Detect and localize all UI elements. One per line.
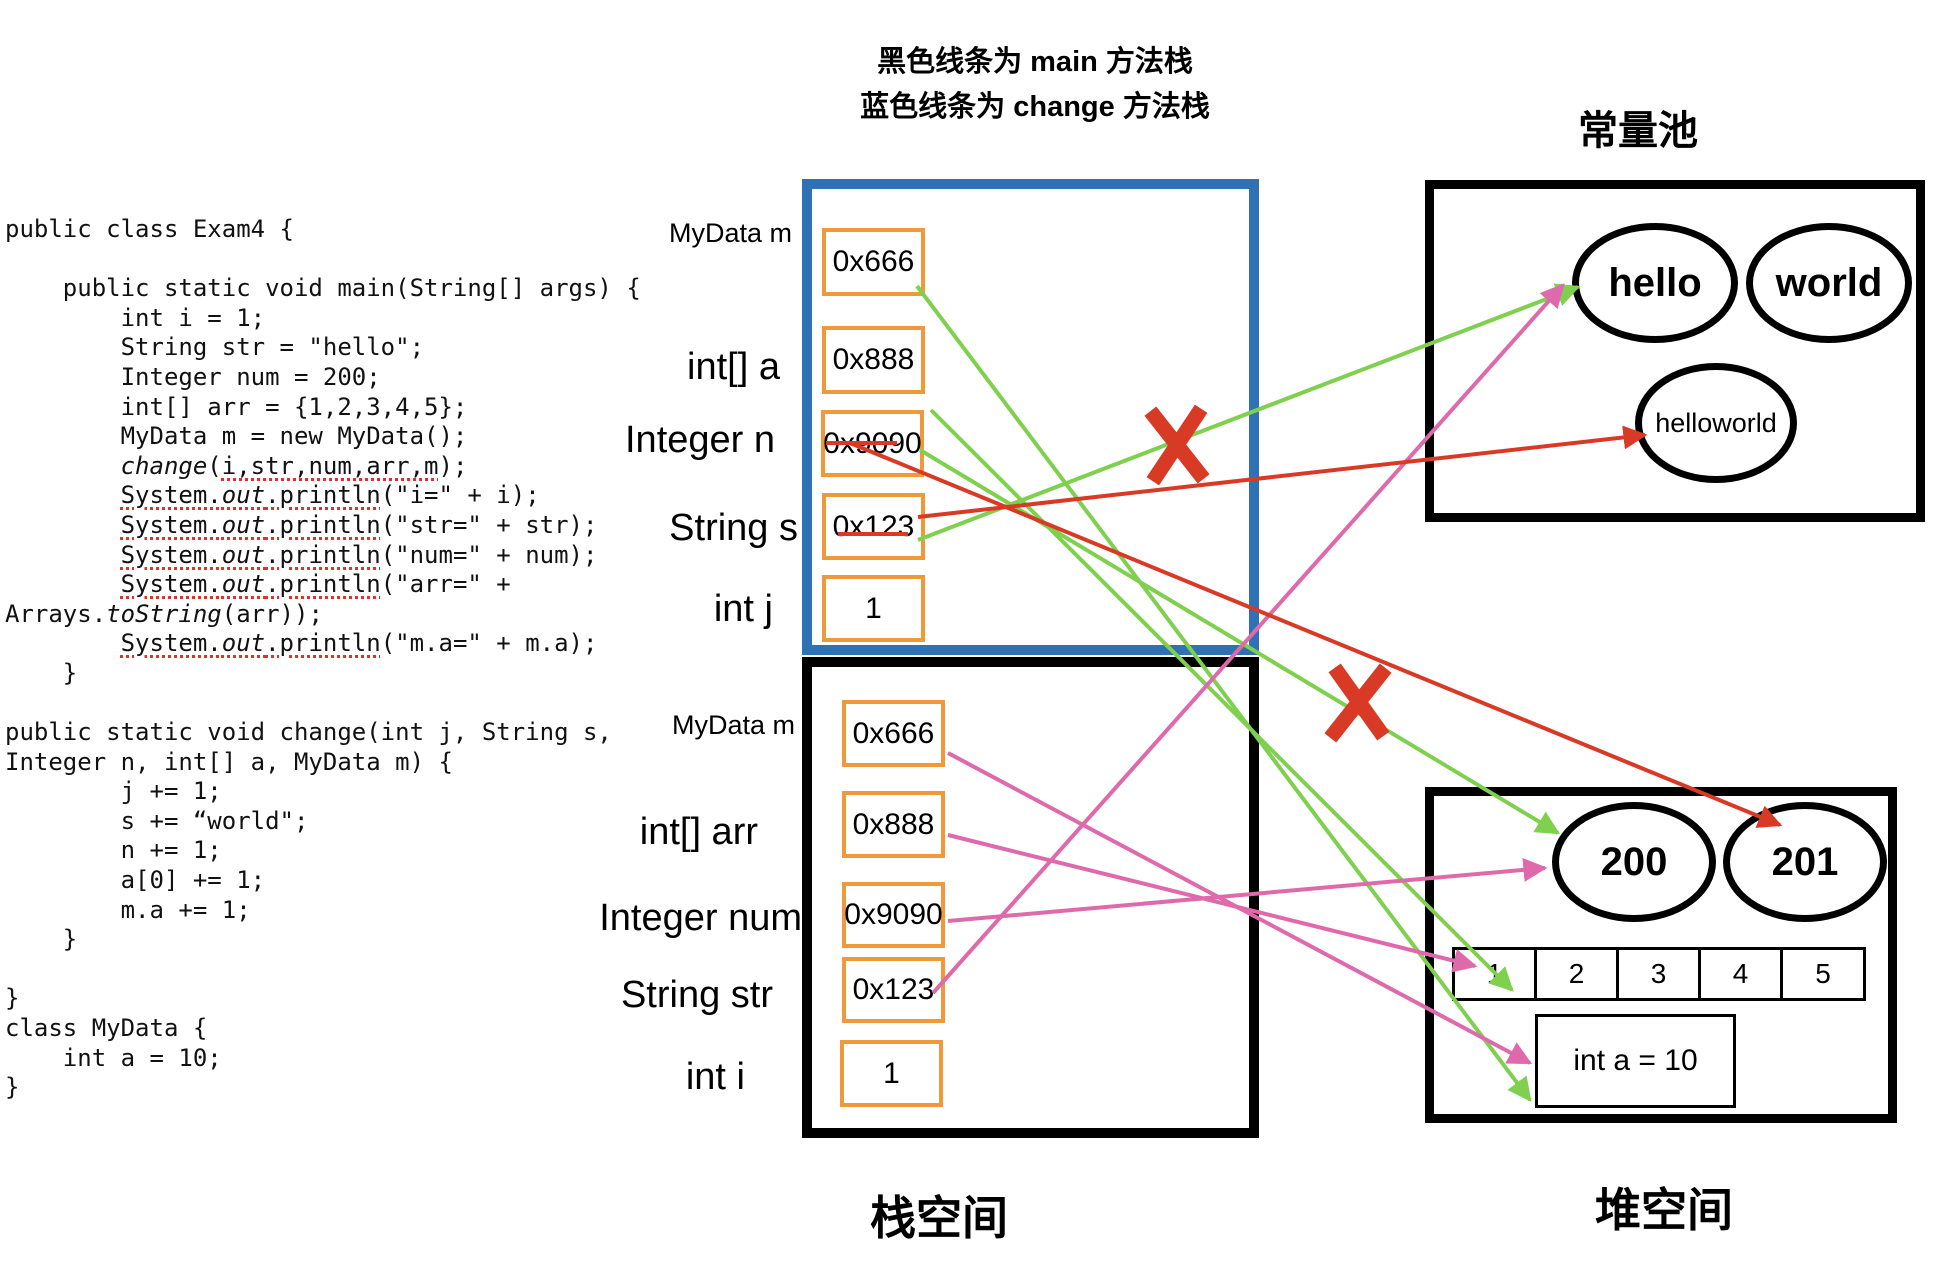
change-slot-a: 0x888 bbox=[822, 326, 925, 394]
code-line: Arrays.toString(arr)); bbox=[5, 599, 323, 628]
pool-string-world: world bbox=[1746, 223, 1912, 343]
constant-pool-title: 常量池 bbox=[1578, 109, 1698, 153]
change-slot-j: 1 bbox=[822, 575, 925, 642]
code-line: a[0] += 1; bbox=[5, 866, 266, 895]
heap-array-cell-3: 4 bbox=[1698, 947, 1783, 1001]
slot-value: 1 bbox=[865, 591, 882, 625]
code-line: public static void main(String[] args) { bbox=[5, 274, 641, 303]
code-line: System.out.println("str=" + str); bbox=[120, 510, 598, 539]
code-line: } bbox=[5, 1073, 20, 1102]
code-line: int a = 10; bbox=[5, 1043, 222, 1072]
code-line: System.out.println("arr=" + bbox=[120, 570, 511, 599]
code-line: m.a += 1; bbox=[5, 895, 251, 924]
main-slot-num: 0x9090 bbox=[842, 882, 945, 948]
oval-text: world bbox=[1775, 260, 1883, 305]
oval-text: 201 bbox=[1771, 839, 1839, 884]
heap-space-title: 堆空间 bbox=[1595, 1184, 1733, 1236]
oval-text: helloworld bbox=[1655, 407, 1777, 438]
oval-text: 200 bbox=[1600, 839, 1668, 884]
slot-value: 0x888 bbox=[832, 343, 915, 376]
slot-value: 0x9090 bbox=[823, 426, 922, 460]
main-label-arr: int[] arr bbox=[639, 811, 758, 853]
legend-change-line: 蓝色线条为 change 方法栈 bbox=[860, 91, 1210, 123]
code-line: s += “world"; bbox=[5, 806, 309, 835]
pool-string-helloworld: helloworld bbox=[1635, 363, 1797, 483]
heap-array-cell-2: 3 bbox=[1616, 947, 1701, 1001]
legend-main-line: 黑色线条为 main 方法栈 bbox=[877, 46, 1193, 78]
slot-value: 0x666 bbox=[852, 716, 935, 750]
code-line: MyData m = new MyData(); bbox=[5, 422, 468, 451]
main-slot-arr: 0x888 bbox=[842, 791, 945, 858]
heap-mydata-object: int a = 10 bbox=[1535, 1014, 1736, 1108]
change-label-a: int[] a bbox=[687, 346, 780, 388]
cell-value: 1 bbox=[1486, 958, 1503, 989]
code-line: int i = 1; bbox=[5, 303, 266, 332]
slot-value: 0x888 bbox=[852, 807, 935, 841]
main-label-num: Integer num bbox=[599, 897, 802, 939]
cell-value: 4 bbox=[1732, 958, 1749, 989]
heap-array-cell-0: 1 bbox=[1452, 947, 1537, 1001]
main-slot-i: 1 bbox=[840, 1040, 943, 1107]
code-line: n += 1; bbox=[5, 836, 222, 865]
code-line: class MyData { bbox=[5, 1014, 208, 1043]
code-line: } bbox=[5, 658, 78, 687]
change-slot-n: 0x9090 bbox=[821, 410, 924, 477]
code-line: j += 1; bbox=[5, 777, 222, 806]
change-label-j: int j bbox=[713, 588, 773, 630]
cross-mark-icon bbox=[1324, 663, 1392, 743]
code-line: public static void change(int j, String … bbox=[5, 718, 612, 747]
heap-array-cell-1: 2 bbox=[1534, 947, 1619, 1001]
legend: 黑色线条为 main 方法栈 蓝色线条为 change 方法栈 bbox=[775, 40, 1295, 130]
slot-value: 1 bbox=[883, 1056, 900, 1090]
main-label-i: int i bbox=[685, 1056, 745, 1098]
main-slot-m: 0x666 bbox=[842, 700, 945, 767]
code-line: System.out.println("num=" + num); bbox=[120, 540, 598, 569]
code-line: String str = "hello"; bbox=[5, 333, 425, 362]
cell-value: 5 bbox=[1815, 958, 1831, 989]
main-label-m: MyData m bbox=[671, 710, 795, 740]
code-line: Integer num = 200; bbox=[5, 362, 381, 391]
change-label-m: MyData m bbox=[668, 218, 792, 248]
code-line: change(i,str,num,arr,m); bbox=[120, 451, 468, 480]
slot-value: 0x666 bbox=[832, 245, 915, 278]
object-field-text: int a = 10 bbox=[1573, 1044, 1698, 1077]
code-line: public class Exam4 { bbox=[5, 215, 294, 243]
pool-string-hello: hello bbox=[1572, 223, 1738, 343]
code-line: } bbox=[5, 925, 78, 954]
change-slot-s: 0x123 bbox=[822, 493, 925, 560]
main-label-str: String str bbox=[620, 974, 773, 1016]
slot-value: 0x123 bbox=[852, 973, 935, 1006]
code-line: Integer n, int[] a, MyData m) { bbox=[5, 747, 453, 776]
change-label-s: String s bbox=[669, 507, 798, 549]
stack-space-title: 栈空间 bbox=[870, 1192, 1008, 1244]
slot-value: 0x9090 bbox=[844, 898, 943, 931]
cell-value: 3 bbox=[1650, 958, 1667, 989]
change-label-n: Integer n bbox=[625, 419, 775, 461]
code-line: } bbox=[5, 984, 20, 1013]
slot-value: 0x123 bbox=[832, 509, 915, 543]
main-slot-str: 0x123 bbox=[842, 957, 945, 1023]
heap-array-cell-4: 5 bbox=[1780, 947, 1866, 1001]
code-line: System.out.println("m.a=" + m.a); bbox=[120, 629, 598, 658]
code-line: System.out.println("i=" + i); bbox=[120, 481, 540, 510]
java-code-listing: public class Exam4 { public static void … bbox=[5, 215, 641, 1103]
change-slot-m: 0x666 bbox=[822, 228, 925, 296]
oval-text: hello bbox=[1608, 260, 1702, 305]
heap-integer-201: 201 bbox=[1723, 802, 1887, 922]
heap-integer-200: 200 bbox=[1552, 802, 1716, 922]
cell-value: 2 bbox=[1568, 958, 1585, 989]
code-line: int[] arr = {1,2,3,4,5}; bbox=[5, 392, 468, 421]
